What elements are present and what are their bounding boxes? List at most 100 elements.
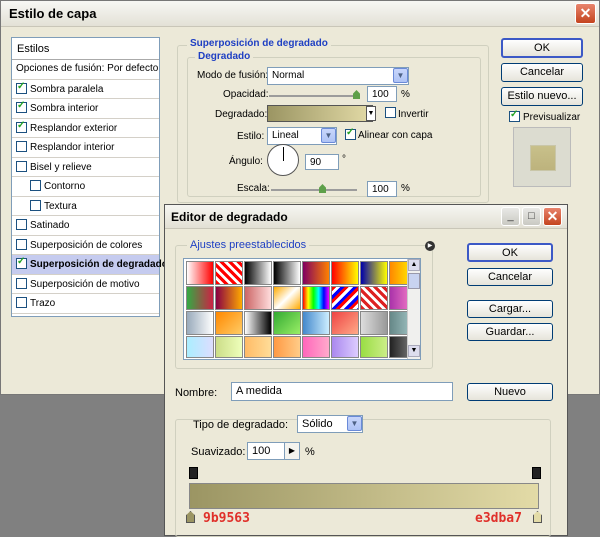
style-item-texture[interactable]: Textura: [12, 197, 159, 216]
checkbox-icon[interactable]: [16, 160, 27, 172]
style-item-stroke[interactable]: Trazo: [12, 294, 159, 314]
preset-swatch[interactable]: [360, 286, 388, 310]
arrow-right-icon[interactable]: ▶: [284, 442, 300, 460]
checkbox-icon[interactable]: [16, 141, 27, 152]
preset-swatch[interactable]: [186, 261, 214, 285]
close-icon[interactable]: ✕: [543, 207, 562, 226]
close-icon[interactable]: ✕: [575, 3, 596, 24]
preset-swatch[interactable]: [360, 336, 388, 358]
dialog-title: Estilo de capa: [9, 6, 97, 21]
preset-swatch[interactable]: [360, 261, 388, 285]
invert-label: Invertir: [398, 109, 429, 120]
scroll-thumb[interactable]: [408, 273, 420, 289]
style-item-outer-glow[interactable]: Resplandor exterior: [12, 119, 159, 138]
checkbox-icon[interactable]: [16, 120, 27, 133]
scroll-up-icon[interactable]: ▲: [408, 259, 420, 271]
checkbox-icon[interactable]: [16, 81, 27, 94]
cancel-button[interactable]: Cancelar: [467, 268, 553, 286]
checkbox-icon[interactable]: [30, 180, 41, 191]
style-item-gradient-overlay[interactable]: Superposición de degradado: [12, 255, 168, 275]
caret-down-icon[interactable]: ▼: [366, 106, 376, 121]
style-preview: [513, 127, 571, 187]
preset-swatch[interactable]: [331, 261, 359, 285]
style-item-contour[interactable]: Contorno: [12, 177, 159, 197]
preset-swatch[interactable]: [302, 336, 330, 358]
smoothness-input[interactable]: 100: [247, 442, 285, 460]
preset-swatch[interactable]: [244, 261, 272, 285]
style-item-satin[interactable]: Satinado: [12, 216, 159, 236]
preset-swatch[interactable]: [186, 286, 214, 310]
preset-swatch[interactable]: [215, 286, 243, 310]
preset-swatch[interactable]: [302, 286, 330, 310]
save-button[interactable]: Guardar...: [467, 323, 553, 341]
style-item-inner-glow[interactable]: Resplandor interior: [12, 138, 159, 158]
preview-checkbox[interactable]: [509, 109, 520, 122]
preset-swatch[interactable]: [215, 336, 243, 358]
preset-swatch[interactable]: [244, 336, 272, 358]
preset-swatch[interactable]: [302, 261, 330, 285]
angle-input[interactable]: 90: [305, 154, 339, 170]
preset-swatch[interactable]: [302, 311, 330, 335]
opacity-stop-left-icon[interactable]: [189, 467, 198, 479]
preset-swatch[interactable]: [244, 286, 272, 310]
checkbox-icon[interactable]: [16, 238, 27, 250]
preset-swatch[interactable]: [331, 286, 359, 310]
preset-swatch[interactable]: [273, 311, 301, 335]
gradient-label: Degradado:: [215, 109, 268, 120]
gradient-bar[interactable]: [189, 483, 539, 509]
load-button[interactable]: Cargar...: [467, 300, 553, 318]
presets-scrollbar[interactable]: ▲ ▼: [407, 259, 420, 359]
checkbox-icon[interactable]: [16, 219, 27, 230]
chevron-down-icon[interactable]: ▼: [347, 416, 362, 431]
play-menu-icon[interactable]: ▶: [425, 241, 435, 251]
cancel-button[interactable]: Cancelar: [501, 63, 583, 82]
styles-header[interactable]: Estilos: [12, 38, 159, 60]
style-item-bevel[interactable]: Bisel y relieve: [12, 158, 159, 177]
style-item-inner-shadow[interactable]: Sombra interior: [12, 99, 159, 119]
preset-swatch[interactable]: [244, 311, 272, 335]
gradient-swatch[interactable]: [267, 105, 373, 122]
align-checkbox[interactable]: [345, 127, 356, 140]
preset-swatch[interactable]: [331, 311, 359, 335]
checkbox-icon[interactable]: [30, 199, 41, 211]
invert-checkbox[interactable]: [385, 107, 396, 118]
scale-unit: %: [401, 183, 410, 194]
new-style-button[interactable]: Estilo nuevo...: [501, 87, 583, 106]
opacity-slider-track[interactable]: [269, 95, 357, 97]
opacity-stop-right-icon[interactable]: [532, 467, 541, 479]
maximize-icon[interactable]: □: [522, 207, 541, 226]
checkbox-icon[interactable]: [16, 256, 27, 269]
preset-swatch[interactable]: [215, 311, 243, 335]
angle-dial[interactable]: [267, 144, 299, 176]
checkbox-icon[interactable]: [16, 277, 27, 289]
new-button[interactable]: Nuevo: [467, 383, 553, 401]
blend-mode-select[interactable]: Normal: [267, 67, 409, 85]
chevron-down-icon[interactable]: ▼: [321, 128, 336, 143]
checkbox-icon[interactable]: [16, 297, 27, 308]
preset-swatch[interactable]: [360, 311, 388, 335]
opacity-input[interactable]: 100: [367, 86, 397, 102]
preset-swatch[interactable]: [273, 261, 301, 285]
style-item-drop-shadow[interactable]: Sombra paralela: [12, 80, 159, 99]
preset-swatch[interactable]: [215, 261, 243, 285]
minimize-icon[interactable]: _: [501, 207, 520, 226]
preset-swatch[interactable]: [186, 311, 214, 335]
checkbox-icon[interactable]: [16, 100, 27, 113]
style-item-color-overlay[interactable]: Superposición de colores: [12, 236, 159, 255]
angle-needle: [283, 147, 284, 161]
ok-button[interactable]: OK: [467, 243, 553, 262]
preset-swatch[interactable]: [273, 336, 301, 358]
dialog-title: Editor de degradado: [171, 210, 288, 224]
preset-swatch[interactable]: [331, 336, 359, 358]
name-input[interactable]: A medida: [231, 382, 453, 401]
style-item-pattern-overlay[interactable]: Superposición de motivo: [12, 275, 159, 294]
ok-button[interactable]: OK: [501, 38, 583, 58]
scale-slider-track[interactable]: [271, 189, 357, 191]
preset-swatch[interactable]: [273, 286, 301, 310]
chevron-down-icon[interactable]: ▼: [393, 68, 408, 83]
preset-swatch[interactable]: [186, 336, 214, 358]
scroll-down-icon[interactable]: ▼: [408, 345, 420, 357]
scale-input[interactable]: 100: [367, 181, 397, 197]
presets-grid: ▲ ▼: [183, 258, 421, 360]
blend-options-default[interactable]: Opciones de fusión: Por defecto: [12, 60, 159, 80]
